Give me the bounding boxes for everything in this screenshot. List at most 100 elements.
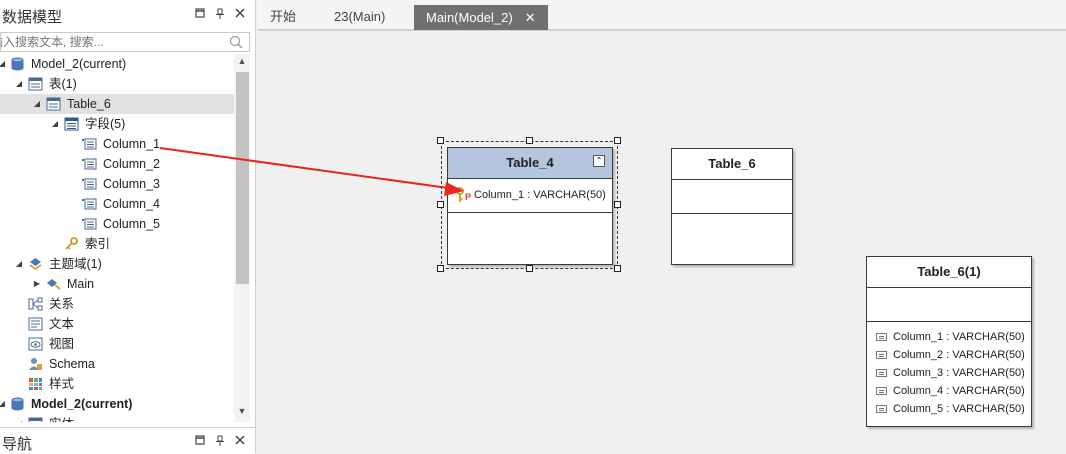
tree-item-label: 索引 (85, 237, 111, 251)
schema-icon (29, 358, 42, 370)
resize-handle[interactable] (614, 265, 621, 272)
tree-item-column-4[interactable]: Column_4 (0, 194, 234, 214)
tree-item-fields[interactable]: ◢ 字段(5) (0, 114, 234, 134)
tree-item-table-6[interactable]: ◢ Table_6 (0, 94, 234, 114)
tab-close-icon[interactable]: ✕ (525, 5, 536, 30)
close-icon[interactable] (234, 435, 245, 446)
tree-scrollbar[interactable]: ▲ ▼ (234, 54, 250, 422)
tab-label: 开始 (270, 9, 297, 24)
selection-frame (441, 141, 618, 269)
collapse-icon[interactable]: ◢ (14, 254, 24, 274)
collapse-icon[interactable]: ◢ (50, 114, 60, 134)
field-icon (876, 351, 887, 359)
tree-item-main[interactable]: ▶ Main (0, 274, 234, 294)
field-icon (876, 333, 887, 341)
tree-item-column-1[interactable]: Column_1 (0, 134, 234, 154)
tab-label: 23(Main) (334, 9, 386, 24)
field-icon (876, 369, 887, 377)
tree-item-model-2[interactable]: ◢ Model_2(current) (0, 394, 234, 414)
tab-bar: 开始 23(Main) Main(Model_2) ✕ (258, 0, 1066, 31)
tree-item-label: Table_6 (67, 97, 111, 111)
column-icon (82, 218, 97, 230)
tree-item-tables[interactable]: ◢ 表(1) (0, 74, 234, 94)
scroll-down-icon[interactable]: ▼ (234, 406, 250, 418)
view-icon (28, 337, 43, 351)
pin-icon[interactable] (214, 435, 225, 446)
entity-field-row[interactable]: Column_1 : VARCHAR(50) (867, 328, 1031, 346)
pin-icon[interactable] (214, 8, 225, 19)
entity-field-row[interactable]: Column_4 : VARCHAR(50) (867, 382, 1031, 400)
collapse-icon[interactable]: ◢ (32, 94, 42, 114)
field-label: Column_3 : VARCHAR(50) (893, 367, 1025, 379)
collapse-icon[interactable]: ◢ (14, 414, 24, 422)
search-box (0, 32, 250, 52)
tree-item-relations[interactable]: 关系 (0, 294, 234, 314)
search-icon[interactable] (229, 35, 243, 49)
resize-handle[interactable] (437, 265, 444, 272)
resize-handle[interactable] (526, 137, 533, 144)
entity-field-section: Column_1 : VARCHAR(50) Column_2 : VARCHA… (867, 322, 1031, 424)
tab-label: Main(Model_2) (426, 10, 513, 25)
entity-title: Table_6(1) (917, 264, 981, 279)
resize-handle[interactable] (437, 201, 444, 208)
close-icon[interactable] (234, 8, 245, 19)
collapse-icon[interactable]: ◢ (0, 394, 7, 414)
entity-field-row[interactable]: Column_2 : VARCHAR(50) (867, 346, 1031, 364)
key-icon (65, 237, 78, 250)
tree-item-model[interactable]: ◢ Model_2(current) (0, 54, 234, 74)
tree-item-label: 关系 (49, 297, 75, 311)
tree-item-label: Column_2 (103, 157, 160, 171)
tree-item-index[interactable]: 索引 (0, 234, 234, 254)
tree-item-column-3[interactable]: Column_3 (0, 174, 234, 194)
table-icon (46, 97, 61, 111)
tree-item-label: Model_2(current) (31, 57, 127, 71)
tree-item-label: 视图 (49, 337, 75, 351)
entity-field-row[interactable]: Column_3 : VARCHAR(50) (867, 364, 1031, 382)
expand-icon[interactable]: ▶ (32, 274, 42, 294)
tree-item-text[interactable]: 文本 (0, 314, 234, 334)
restore-icon[interactable] (194, 8, 205, 19)
tree-item-label: Main (67, 277, 95, 291)
field-label: Column_4 : VARCHAR(50) (893, 385, 1025, 397)
entity-table-6-1[interactable]: Table_6(1) Column_1 : VARCHAR(50) Column… (866, 256, 1032, 427)
entity-table-6[interactable]: Table_6 (671, 148, 793, 265)
scroll-thumb[interactable] (236, 72, 249, 284)
scroll-up-icon[interactable]: ▲ (234, 56, 250, 68)
tree-item-label: 样式 (49, 377, 75, 391)
resize-handle[interactable] (614, 201, 621, 208)
tree-item-label: 实体 (49, 414, 74, 422)
panel-buttons (194, 8, 245, 19)
column-icon (82, 198, 97, 210)
field-icon (876, 405, 887, 413)
tab-start[interactable]: 开始 (258, 6, 308, 31)
column-icon (82, 138, 97, 150)
collapse-icon[interactable]: ◢ (14, 74, 24, 94)
resize-handle[interactable] (614, 137, 621, 144)
entity-field-row[interactable]: Column_5 : VARCHAR(50) (867, 400, 1031, 418)
entity-field-section (672, 214, 792, 264)
tab-main-model-2[interactable]: Main(Model_2) ✕ (414, 5, 548, 30)
tree-item-subject-area[interactable]: ◢ 主题域(1) (0, 254, 234, 274)
collapse-icon[interactable]: ◢ (0, 54, 7, 74)
resize-handle[interactable] (437, 137, 444, 144)
tree-item-label: Model_2(current) (31, 397, 133, 411)
entity-header[interactable]: Table_6 (672, 149, 792, 180)
entity-title: Table_6 (708, 156, 756, 171)
tree-item-column-2[interactable]: Column_2 (0, 154, 234, 174)
styles-icon (29, 378, 42, 390)
search-input[interactable] (1, 33, 221, 51)
data-model-panel: 数据模型 ◢ Model_2(current) ◢ (0, 0, 256, 454)
tab-23-main[interactable]: 23(Main) (322, 6, 397, 31)
restore-icon[interactable] (194, 435, 205, 446)
database-icon (11, 397, 24, 411)
tree-item-schema[interactable]: Schema (0, 354, 234, 374)
tree-item-views[interactable]: 视图 (0, 334, 234, 354)
tree-item-styles[interactable]: 样式 (0, 374, 234, 394)
resize-handle[interactable] (526, 265, 533, 272)
tree-item-column-5[interactable]: Column_5 (0, 214, 234, 234)
entity-pk-section (867, 288, 1031, 322)
tree-item-entities[interactable]: ◢ 实体 (0, 414, 234, 422)
table-folder-icon (28, 417, 43, 422)
tree-item-label: Column_5 (103, 217, 160, 231)
entity-header[interactable]: Table_6(1) (867, 257, 1031, 288)
